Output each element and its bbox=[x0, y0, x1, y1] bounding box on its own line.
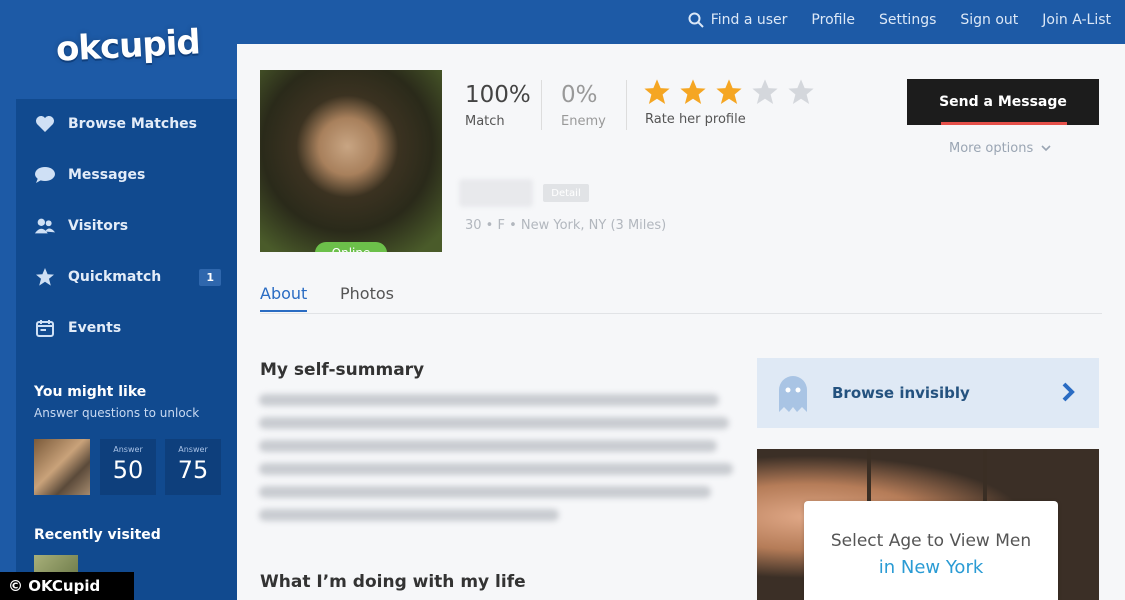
self-summary-heading: My self-summary bbox=[260, 360, 425, 380]
profile-meta-info: 30 • F • New York, NY (3 Miles) bbox=[465, 218, 667, 233]
heart-icon bbox=[34, 113, 56, 135]
quickmatch-count-badge: 1 bbox=[199, 268, 221, 286]
answer-unlock-50[interactable]: Answer 50 bbox=[100, 439, 156, 495]
profile-main-panel: Online 100% Match 0% Enemy Rate her prof… bbox=[237, 44, 1125, 600]
sidebar-item-label: Events bbox=[68, 320, 122, 336]
chevron-down-icon bbox=[1041, 145, 1051, 152]
star-filled-icon[interactable] bbox=[715, 78, 743, 106]
find-user-label: Find a user bbox=[710, 12, 788, 28]
match-photos-collage[interactable]: Select Age to View Men in New York bbox=[757, 449, 1099, 600]
star-empty-icon[interactable] bbox=[787, 78, 815, 106]
ghost-icon bbox=[779, 376, 807, 412]
star-empty-icon[interactable] bbox=[751, 78, 779, 106]
you-might-like-subtitle[interactable]: Answer questions to unlock bbox=[34, 406, 199, 420]
sidebar-item-label: Browse Matches bbox=[68, 116, 197, 132]
answer-unlock-75[interactable]: Answer 75 bbox=[165, 439, 221, 495]
browse-invisibly-label: Browse invisibly bbox=[832, 384, 970, 402]
profile-link[interactable]: Profile bbox=[811, 12, 855, 28]
copyright-watermark: © OKCupid bbox=[0, 572, 134, 600]
star-filled-icon[interactable] bbox=[643, 78, 671, 106]
self-summary-text-blurred bbox=[259, 394, 737, 532]
recently-visited-heading: Recently visited bbox=[34, 527, 161, 543]
people-icon bbox=[34, 215, 56, 237]
more-options-dropdown[interactable]: More options bbox=[949, 141, 1051, 156]
match-percentage: 100% bbox=[465, 82, 531, 108]
select-age-location[interactable]: in New York bbox=[804, 557, 1058, 578]
browse-invisibly-card[interactable]: Browse invisibly bbox=[757, 358, 1099, 428]
detail-tag[interactable]: Detail bbox=[543, 184, 589, 202]
sidebar: Browse Matches Messages Visitors Quickma… bbox=[16, 99, 237, 600]
sidebar-item-messages[interactable]: Messages bbox=[16, 155, 237, 195]
answer-count: 50 bbox=[112, 456, 144, 484]
answer-count: 75 bbox=[177, 456, 209, 484]
answer-label: Answer bbox=[113, 445, 143, 454]
tab-photos[interactable]: Photos bbox=[340, 284, 394, 303]
chevron-right-icon bbox=[1062, 382, 1075, 402]
sidebar-item-label: Messages bbox=[68, 167, 146, 183]
more-options-label: More options bbox=[949, 141, 1034, 156]
answer-label: Answer bbox=[178, 445, 208, 454]
sidebar-item-visitors[interactable]: Visitors bbox=[16, 206, 237, 246]
stat-divider bbox=[626, 80, 627, 130]
sidebar-item-label: Visitors bbox=[68, 218, 129, 234]
profile-rating-stars[interactable] bbox=[643, 78, 815, 106]
select-age-promo[interactable]: Select Age to View Men in New York bbox=[804, 501, 1058, 600]
enemy-percentage: 0% bbox=[561, 82, 598, 108]
username-blurred bbox=[459, 179, 533, 207]
tab-about[interactable]: About bbox=[260, 284, 308, 312]
send-message-button[interactable]: Send a Message bbox=[907, 79, 1099, 125]
star-filled-icon[interactable] bbox=[679, 78, 707, 106]
match-stat: 100% Match bbox=[465, 82, 531, 129]
top-links: Find a user Profile Settings Sign out Jo… bbox=[688, 12, 1111, 28]
star-icon bbox=[34, 266, 56, 288]
settings-link[interactable]: Settings bbox=[879, 12, 936, 28]
sidebar-item-browse-matches[interactable]: Browse Matches bbox=[16, 104, 237, 144]
sign-out-link[interactable]: Sign out bbox=[960, 12, 1018, 28]
search-icon bbox=[688, 12, 704, 28]
suggested-user-photo[interactable] bbox=[34, 439, 90, 495]
profile-photo[interactable]: Online bbox=[260, 70, 442, 252]
sidebar-item-events[interactable]: Events bbox=[16, 308, 237, 348]
sidebar-item-label: Quickmatch bbox=[68, 269, 162, 285]
join-alist-link[interactable]: Join A-List bbox=[1042, 12, 1111, 28]
enemy-label: Enemy bbox=[561, 114, 606, 129]
calendar-icon bbox=[34, 317, 56, 339]
stat-divider bbox=[541, 80, 542, 130]
profile-tabs: About Photos bbox=[260, 284, 1102, 314]
online-status-badge: Online bbox=[315, 242, 387, 252]
rate-profile-label: Rate her profile bbox=[645, 112, 746, 127]
you-might-like-heading: You might like bbox=[34, 384, 147, 400]
okcupid-logo[interactable]: okcupid bbox=[55, 22, 201, 69]
sidebar-item-quickmatch[interactable]: Quickmatch 1 bbox=[16, 257, 237, 297]
find-user-link[interactable]: Find a user bbox=[688, 12, 788, 28]
select-age-line1: Select Age to View Men bbox=[830, 531, 1032, 551]
enemy-stat: 0% Enemy bbox=[561, 82, 606, 129]
doing-with-life-heading: What I’m doing with my life bbox=[260, 572, 526, 592]
speech-bubble-icon bbox=[34, 164, 56, 186]
match-label: Match bbox=[465, 114, 505, 129]
